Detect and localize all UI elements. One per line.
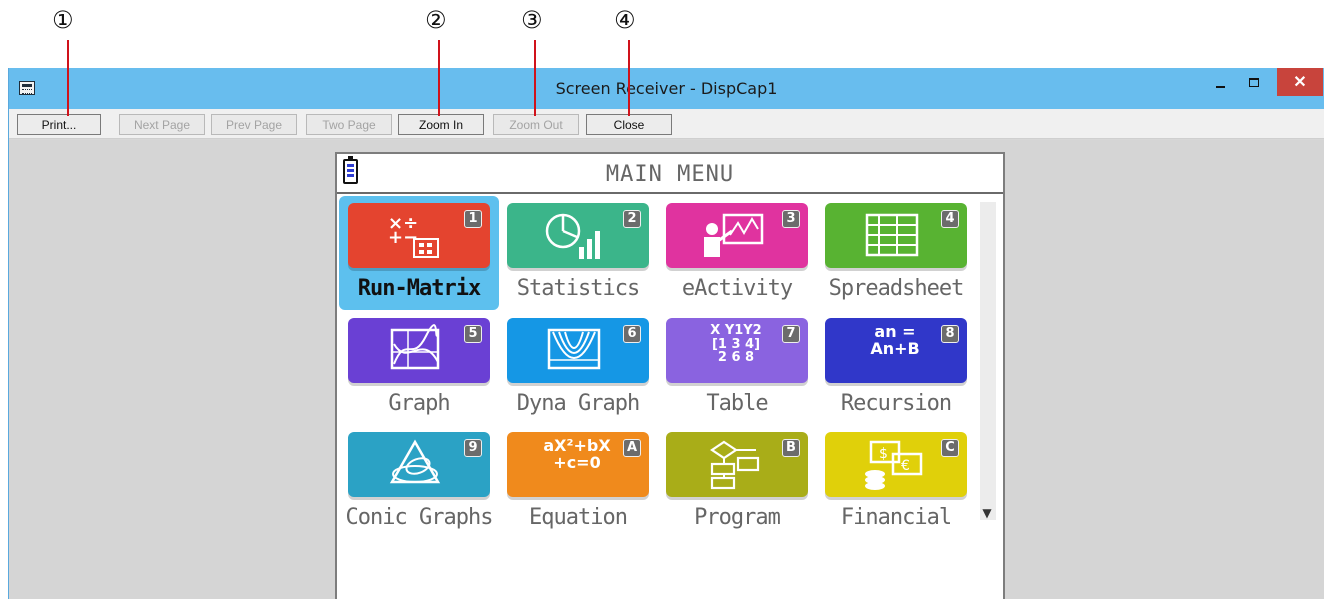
calc-title: MAIN MENU	[605, 162, 735, 187]
menu-tile-button[interactable]: 2	[507, 203, 649, 268]
menu-tile-statistics[interactable]: 2 Statistics	[498, 196, 658, 310]
dyna-graph-icon	[541, 324, 607, 376]
menu-tile-button[interactable]: aX²+bX +c=0 A	[507, 432, 649, 497]
menu-tile-button[interactable]: 3	[666, 203, 808, 268]
tile-number-badge: 3	[782, 210, 800, 228]
tile-label: Financial	[840, 505, 952, 530]
financial-icon: $ €	[859, 438, 925, 490]
toolbar: Print... Next Page Prev Page Two Page Zo…	[9, 109, 1324, 139]
tile-label: Table	[706, 391, 768, 416]
scroll-down-icon[interactable]: ▼	[982, 506, 992, 520]
tile-label: Spreadsheet	[828, 276, 965, 301]
menu-tile-button[interactable]: X Y1Y2 [1 3 4] 2 6 8 7	[666, 318, 808, 383]
menu-tile-financial[interactable]: $ € C Financial	[816, 425, 976, 539]
menu-tile-eactivity[interactable]: 3 eActivity	[657, 196, 817, 310]
callout-2: ②	[425, 6, 447, 34]
tile-icon-text: +c=0	[553, 452, 601, 472]
recursion-icon: an = An+B	[855, 323, 935, 358]
menu-tile-equation[interactable]: aX²+bX +c=0 A Equation	[498, 425, 658, 539]
tile-label: Run-Matrix	[357, 276, 481, 301]
menu-tile-button[interactable]: 6	[507, 318, 649, 383]
spreadsheet-icon	[859, 209, 925, 261]
menu-tile-conic-graphs[interactable]: 9 Conic Graphs	[339, 425, 499, 539]
callout-3-line	[534, 40, 536, 116]
run-matrix-icon: ×÷ +−	[382, 209, 448, 261]
close-icon: ✕	[1293, 74, 1307, 91]
svg-text:€: €	[901, 458, 910, 474]
tile-number-badge: 8	[941, 325, 959, 343]
tile-label: Conic Graphs	[345, 505, 494, 530]
statistics-icon	[541, 209, 607, 261]
tile-number-badge: 2	[623, 210, 641, 228]
callout-3: ③	[521, 6, 543, 34]
menu-tile-spreadsheet[interactable]: 4 Spreadsheet	[816, 196, 976, 310]
table-icon: X Y1Y2 [1 3 4] 2 6 8	[696, 324, 776, 365]
tile-label: eActivity	[681, 276, 793, 301]
menu-tile-button[interactable]: $ € C	[825, 432, 967, 497]
maximize-button[interactable]	[1239, 68, 1269, 96]
zoom-out-button[interactable]: Zoom Out	[493, 114, 579, 135]
menu-tile-dyna-graph[interactable]: 6 Dyna Graph	[498, 311, 658, 425]
tile-icon-text: 2 6 8	[717, 350, 755, 366]
svg-text:$: $	[879, 446, 888, 462]
minimize-icon	[1215, 86, 1225, 88]
menu-tile-button[interactable]: 5	[348, 318, 490, 383]
equation-icon: aX²+bX +c=0	[537, 437, 617, 472]
callout-4: ④	[614, 6, 636, 34]
window-title: Screen Receiver - DispCap1	[555, 79, 778, 98]
tile-label: Program	[694, 505, 781, 530]
menu-tile-button[interactable]: ×÷ +− 1	[348, 203, 490, 268]
tile-icon-text: An+B	[870, 338, 920, 358]
tile-number-badge: 7	[782, 325, 800, 343]
tile-icon-text: [1 3 4]	[711, 336, 761, 352]
calculator-screen: MAIN MENU ▼ ×÷ +− 1 Run-Matrix 2 Statistics 3 e…	[335, 152, 1005, 599]
tile-icon-text: X Y1Y2	[710, 323, 762, 338]
menu-tile-table[interactable]: X Y1Y2 [1 3 4] 2 6 8 7 Table	[657, 311, 817, 425]
menu-tile-button[interactable]: 4	[825, 203, 967, 268]
menu-tile-run-matrix[interactable]: ×÷ +− 1 Run-Matrix	[339, 196, 499, 310]
menu-tile-recursion[interactable]: an = An+B 8 Recursion	[816, 311, 976, 425]
menu-tile-button[interactable]: an = An+B 8	[825, 318, 967, 383]
callout-2-line	[438, 40, 440, 116]
prev-page-button[interactable]: Prev Page	[211, 114, 297, 135]
menu-tile-graph[interactable]: 5 Graph	[339, 311, 499, 425]
next-page-button[interactable]: Next Page	[119, 114, 205, 135]
print-button[interactable]: Print...	[17, 114, 101, 135]
tile-number-badge: 5	[464, 325, 482, 343]
tile-number-badge: A	[623, 439, 641, 457]
zoom-in-button[interactable]: Zoom In	[398, 114, 484, 135]
program-icon	[700, 438, 766, 490]
tile-label: Statistics	[516, 276, 640, 301]
tile-label: Graph	[388, 391, 450, 416]
tile-label: Dyna Graph	[516, 391, 640, 416]
callout-4-line	[628, 40, 630, 116]
tile-label: Recursion	[840, 391, 952, 416]
tile-number-badge: 1	[464, 210, 482, 228]
conic-graphs-icon	[382, 438, 448, 490]
scrollbar[interactable]	[980, 202, 996, 520]
maximize-icon	[1249, 77, 1259, 87]
menu-tile-program[interactable]: B Program	[657, 425, 817, 539]
minimize-button[interactable]	[1205, 68, 1235, 96]
menu-tile-button[interactable]: 9	[348, 432, 490, 497]
close-button[interactable]: Close	[586, 114, 672, 135]
tile-number-badge: 6	[623, 325, 641, 343]
tile-number-badge: C	[941, 439, 959, 457]
callout-1-line	[67, 40, 69, 116]
two-page-button[interactable]: Two Page	[306, 114, 392, 135]
tile-number-badge: B	[782, 439, 800, 457]
calc-header: MAIN MENU	[337, 154, 1003, 194]
tile-number-badge: 4	[941, 210, 959, 228]
menu-tile-button[interactable]: B	[666, 432, 808, 497]
graph-icon	[382, 324, 448, 376]
title-bar[interactable]: Screen Receiver - DispCap1 ✕	[9, 68, 1324, 109]
tile-number-badge: 9	[464, 439, 482, 457]
callout-1: ①	[52, 6, 74, 34]
tile-label: Equation	[529, 505, 628, 530]
eactivity-icon	[700, 209, 766, 261]
window-close-button[interactable]: ✕	[1277, 68, 1323, 96]
